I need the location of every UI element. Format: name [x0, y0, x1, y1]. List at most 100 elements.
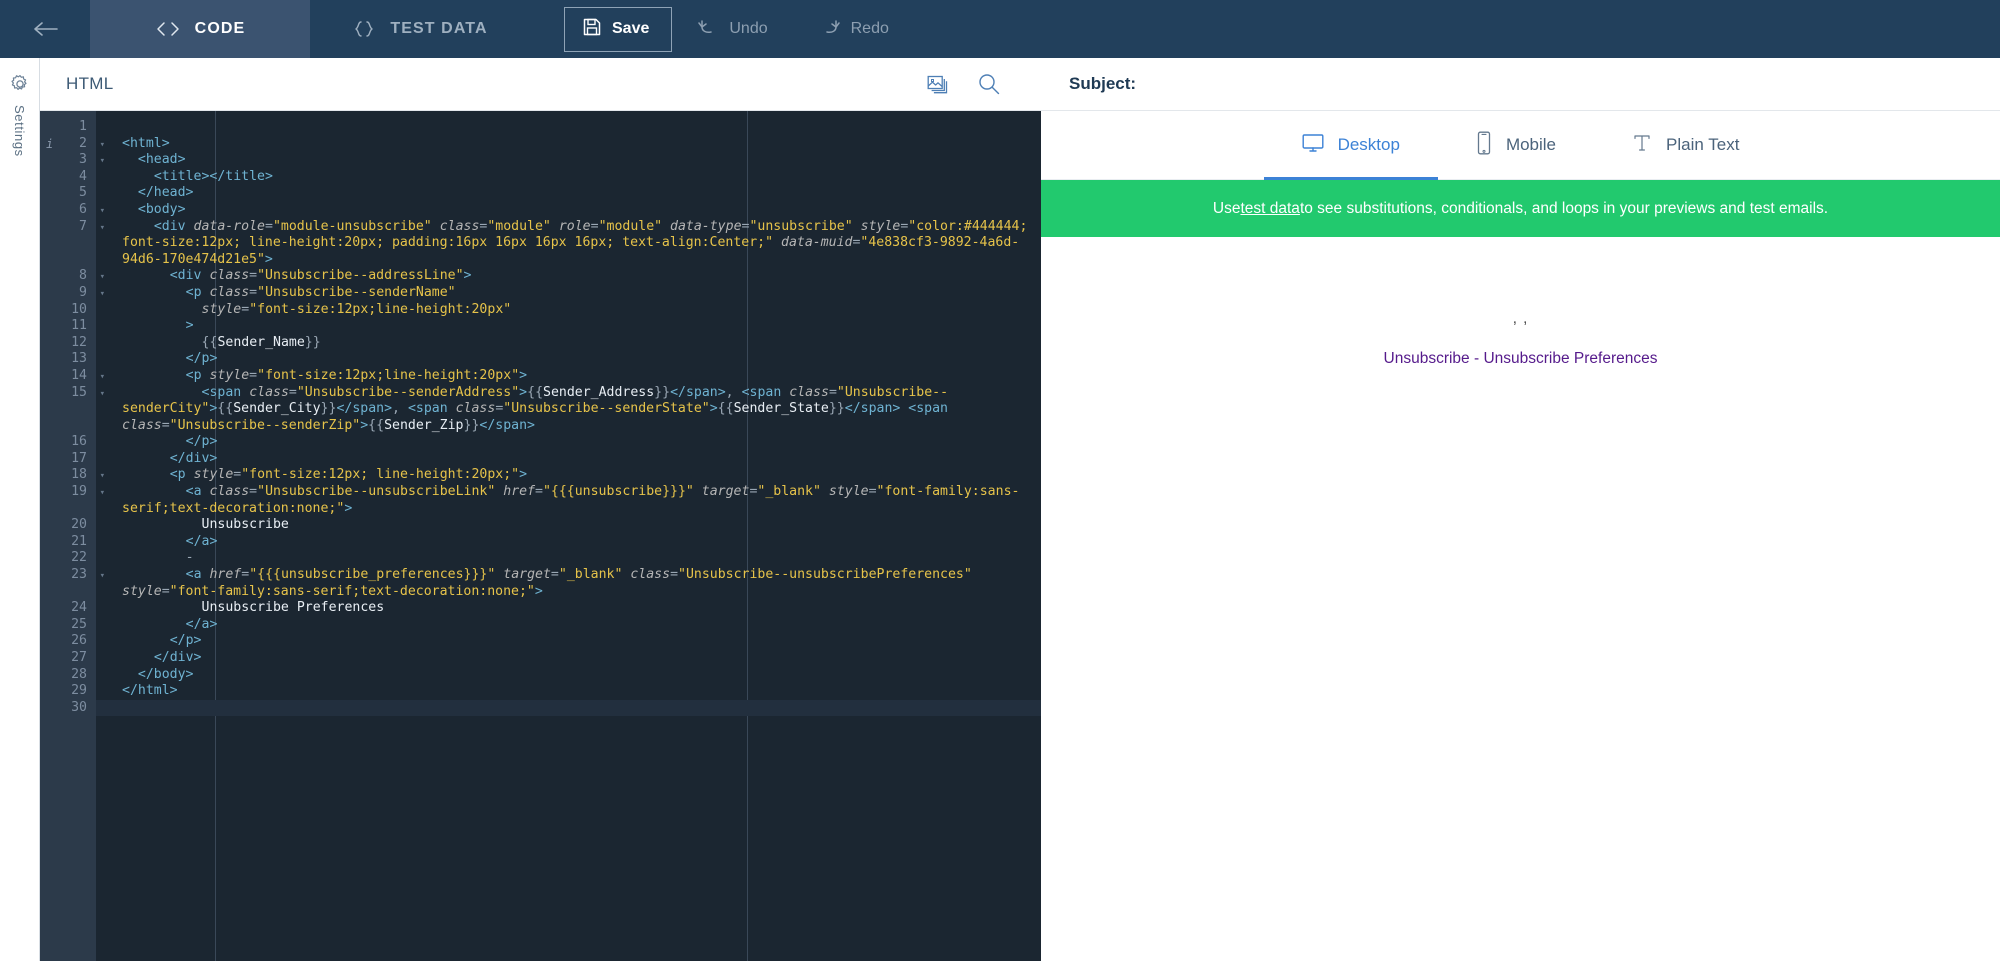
editor-line[interactable]: 25 </a> [40, 616, 1041, 634]
editor-line[interactable]: 26 </p> [40, 633, 1041, 650]
fold-toggle-icon[interactable]: ▾ [100, 369, 105, 386]
editor-line[interactable]: 16 </p> [40, 434, 1041, 451]
fold-toggle-icon[interactable]: ▾ [100, 568, 105, 585]
line-number: 30 [40, 699, 96, 717]
editor-line[interactable]: 6 ▾ <body> [40, 201, 1041, 220]
line-number: 23 ▾ [40, 567, 105, 584]
email-template-editor: CODE TEST DATA Save Undo Redo Settings H… [0, 0, 2000, 961]
preview-preferences-link[interactable]: Unsubscribe Preferences [1483, 350, 1657, 367]
editor-line[interactable]: 28 </body> [40, 666, 1041, 684]
line-number: 17 [40, 450, 96, 468]
desktop-monitor-icon [1302, 133, 1324, 158]
line-content: </a> [185, 616, 218, 632]
line-content: <title></title> [153, 168, 273, 184]
editor-line[interactable]: 19 ▾ <a class="Unsubscribe--unsubscribeLi… [40, 484, 1041, 517]
editor-line[interactable]: 27 </div> [40, 650, 1041, 667]
editor-line[interactable]: 3 ▾ <head> [40, 152, 1041, 169]
image-stack-icon[interactable] [913, 73, 963, 95]
line-content: <p style="font-size:12px;line-height:20p… [185, 367, 528, 383]
editor-line[interactable]: 21 </a> [40, 533, 1041, 551]
line-content: <head> [137, 152, 186, 168]
editor-line[interactable]: 5 </head> [40, 185, 1041, 202]
gear-icon[interactable] [10, 74, 30, 99]
editor-line[interactable]: 20 Unsubscribe [40, 517, 1041, 534]
line-number: 19 ▾ [40, 484, 105, 501]
line-content: <html> [122, 135, 170, 151]
line-number: 1 [40, 119, 96, 136]
line-info-marker-icon[interactable]: i [46, 136, 53, 153]
tab-code[interactable]: CODE [90, 0, 310, 58]
save-button[interactable]: Save [564, 6, 673, 52]
subject-bar[interactable]: Subject: [1041, 58, 2000, 111]
tab-test-data[interactable]: TEST DATA [310, 0, 530, 58]
editor-line[interactable]: 11 > [40, 318, 1041, 335]
line-number: 20 [40, 517, 96, 534]
line-number: 18 ▾ [40, 467, 105, 485]
banner-test-data-link[interactable]: test data [1240, 200, 1299, 218]
fold-toggle-icon[interactable]: ▾ [100, 269, 105, 286]
line-content [96, 119, 1041, 136]
editor-line[interactable]: 10 style="font-size:12px;line-height:20p… [40, 301, 1041, 319]
view-tab-plain-text[interactable]: Plain Text [1594, 111, 1777, 180]
fold-toggle-icon[interactable]: ▾ [100, 485, 105, 502]
editor-line[interactable]: 7 ▾ <div data-role="module-unsubscribe" c… [40, 218, 1041, 269]
line-content: <div data-role="module-unsubscribe" clas… [122, 218, 1036, 267]
preview-unsubscribe-link[interactable]: Unsubscribe [1384, 350, 1470, 367]
editor-lines: 1 2 ▾ i <html> 3 ▾ <head> 4 <title></title> 5 <… [40, 111, 1041, 717]
search-icon[interactable] [963, 72, 1015, 96]
preview-view-tabs: Desktop Mobile Plain Text [1041, 111, 2000, 180]
fold-toggle-icon[interactable]: ▾ [100, 220, 105, 237]
banner-suffix: to see substitutions, conditionals, and … [1299, 199, 1829, 217]
fold-toggle-icon[interactable]: ▾ [100, 386, 105, 403]
line-number: 13 [40, 351, 96, 368]
top-toolbar: CODE TEST DATA Save Undo Redo [0, 0, 2000, 58]
editor-line[interactable]: 12 {{Sender_Name}} [40, 334, 1041, 352]
editor-line[interactable]: 15 ▾ <span class="Unsubscribe--senderAddr… [40, 384, 1041, 435]
fold-toggle-icon[interactable]: ▾ [100, 468, 105, 485]
back-button[interactable] [0, 0, 90, 58]
editor-line[interactable]: 30 [40, 699, 1041, 717]
editor-line[interactable]: 8 ▾ <div class="Unsubscribe--addressLine"… [40, 268, 1041, 285]
view-tab-desktop[interactable]: Desktop [1264, 111, 1438, 180]
tab-test-data-label: TEST DATA [390, 20, 488, 37]
redo-button[interactable]: Redo [794, 18, 915, 41]
code-editor[interactable]: 1 2 ▾ i <html> 3 ▾ <head> 4 <title></title> 5 <… [40, 111, 1041, 961]
line-content: </body> [137, 666, 194, 682]
fold-toggle-icon[interactable]: ▾ [100, 137, 105, 154]
editor-line[interactable]: 22 - [40, 550, 1041, 568]
editor-line[interactable]: 9 ▾ <p class="Unsubscribe--senderName" [40, 284, 1041, 303]
floppy-disk-icon [583, 18, 601, 41]
arrow-left-icon [32, 20, 58, 38]
line-content: </p> [169, 633, 202, 649]
editor-line[interactable]: 2 ▾ i <html> [40, 135, 1041, 154]
preview-content: , , Unsubscribe - Unsubscribe Preference… [1041, 237, 2000, 961]
preview-unsubscribe-line: Unsubscribe - Unsubscribe Preferences [1384, 349, 1658, 369]
editor-line[interactable]: 13 </p> [40, 351, 1041, 368]
line-number: 25 [40, 616, 96, 634]
settings-label[interactable]: Settings [12, 105, 27, 157]
fold-toggle-icon[interactable]: ▾ [100, 153, 105, 170]
undo-button[interactable]: Undo [672, 18, 793, 41]
view-tab-mobile[interactable]: Mobile [1438, 111, 1594, 180]
editor-line[interactable]: 1 [40, 119, 1041, 136]
line-content: - [185, 550, 194, 566]
fold-toggle-icon[interactable]: ▾ [100, 286, 105, 303]
editor-line[interactable]: 23 ▾ <a href="{{{unsubscribe_preferences}… [40, 567, 1041, 600]
line-content: </a> [185, 533, 218, 549]
line-content: <body> [137, 201, 186, 217]
line-content: <a class="Unsubscribe--unsubscribeLink" … [122, 484, 1020, 516]
editor-line[interactable]: 17 </div> [40, 450, 1041, 468]
line-number: 14 ▾ [40, 367, 105, 385]
view-tab-mobile-label: Mobile [1505, 135, 1557, 154]
line-content [96, 699, 1041, 717]
test-data-banner: Use test data to see substitutions, cond… [1041, 180, 2000, 237]
editor-line[interactable]: 18 ▾ <p style="font-size:12px; line-heigh… [40, 467, 1041, 485]
fold-toggle-icon[interactable]: ▾ [100, 203, 105, 220]
text-t-icon [1632, 133, 1652, 158]
line-content: </html> [122, 683, 178, 699]
editor-line[interactable]: 24 Unsubscribe Preferences [40, 600, 1041, 617]
editor-line[interactable]: 14 ▾ <p style="font-size:12px;line-height… [40, 367, 1041, 385]
editor-line[interactable]: 29 </html> [40, 683, 1041, 700]
editor-line[interactable]: 4 <title></title> [40, 168, 1041, 186]
